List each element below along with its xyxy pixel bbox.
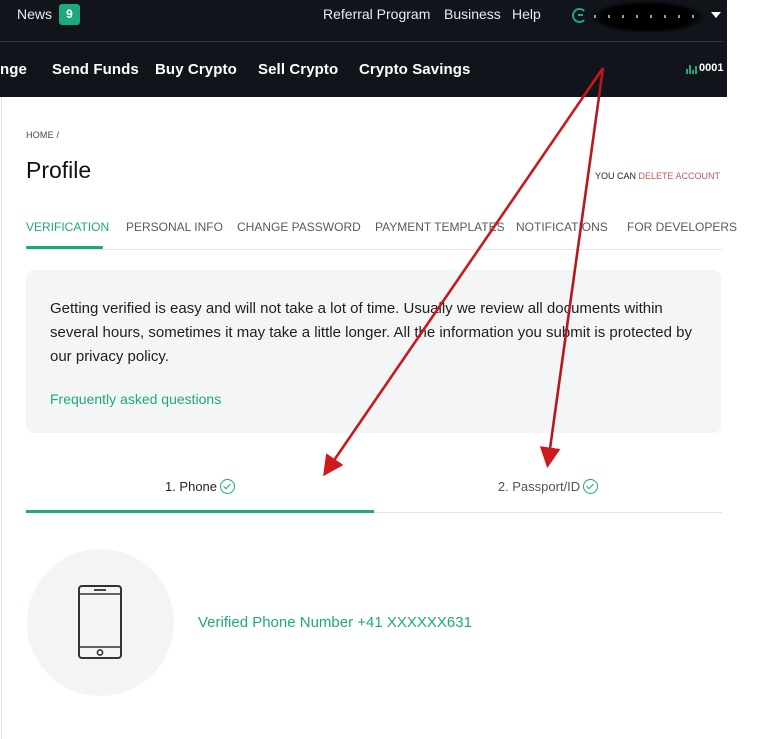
nav-sell-crypto[interactable]: Sell Crypto [258, 61, 338, 78]
breadcrumb[interactable]: HOME / [26, 130, 59, 140]
active-step-indicator [26, 510, 374, 513]
business-link[interactable]: Business [444, 6, 501, 22]
step-passport-id[interactable]: 2. Passport/ID [374, 479, 722, 494]
delete-account-prefix: YOU CAN [595, 171, 637, 181]
tab-for-developers[interactable]: FOR DEVELOPERS [627, 220, 737, 234]
site-header: News 9 Referral Program Business Help ng… [0, 0, 727, 97]
verification-steps: 1. Phone 2. Passport/ID [26, 470, 722, 514]
step-passport-label: 2. Passport/ID [497, 479, 581, 494]
nav-buy-crypto[interactable]: Buy Crypto [155, 61, 237, 78]
rank-indicator[interactable]: 0001 [686, 62, 723, 74]
step-phone-label: 1. Phone [164, 479, 218, 494]
step-phone[interactable]: 1. Phone [26, 479, 374, 494]
active-tab-indicator [26, 246, 103, 249]
delete-account-row: YOU CAN DELETE ACCOUNT [595, 171, 720, 181]
main-nav: nge Send Funds Buy Crypto Sell Crypto Cr… [0, 42, 727, 97]
help-link[interactable]: Help [512, 6, 541, 22]
phone-icon-container [27, 549, 174, 696]
tab-payment-templates[interactable]: PAYMENT TEMPLATES [375, 220, 505, 234]
top-bar: News 9 Referral Program Business Help [0, 0, 727, 41]
nav-exchange[interactable]: nge [0, 61, 27, 78]
tab-verification[interactable]: VERIFICATION [26, 220, 109, 234]
smartphone-icon [78, 585, 122, 659]
profile-tabs: VERIFICATION PERSONAL INFO CHANGE PASSWO… [26, 218, 737, 250]
page-title: Profile [26, 157, 92, 183]
page-left-border [1, 97, 2, 739]
tab-personal-info[interactable]: PERSONAL INFO [126, 220, 223, 234]
rank-value: 0001 [699, 62, 724, 74]
nav-crypto-savings[interactable]: Crypto Savings [359, 61, 470, 78]
news-link[interactable]: News [17, 6, 52, 22]
nav-send-funds[interactable]: Send Funds [52, 61, 139, 78]
chevron-down-icon[interactable] [711, 12, 721, 18]
steps-baseline [374, 512, 722, 513]
tab-notifications[interactable]: NOTIFICATIONS [516, 220, 608, 234]
check-circle-icon [583, 479, 599, 494]
verification-info-text: Getting verified is easy and will not ta… [50, 300, 692, 365]
delete-account-link[interactable]: DELETE ACCOUNT [639, 171, 721, 181]
bar-chart-icon [686, 65, 697, 74]
tab-change-password[interactable]: CHANGE PASSWORD [237, 220, 361, 234]
check-circle-icon [220, 479, 236, 494]
faq-link[interactable]: Frequently asked questions [50, 391, 221, 407]
verified-phone-number: Verified Phone Number +41 XXXXXX631 [198, 614, 472, 631]
user-menu[interactable] [570, 1, 722, 33]
verification-info-box: Getting verified is easy and will not ta… [26, 270, 721, 433]
news-count-badge[interactable]: 9 [59, 4, 80, 25]
redaction-marks [594, 15, 694, 18]
referral-program-link[interactable]: Referral Program [323, 6, 430, 22]
user-status-icon [572, 8, 587, 23]
